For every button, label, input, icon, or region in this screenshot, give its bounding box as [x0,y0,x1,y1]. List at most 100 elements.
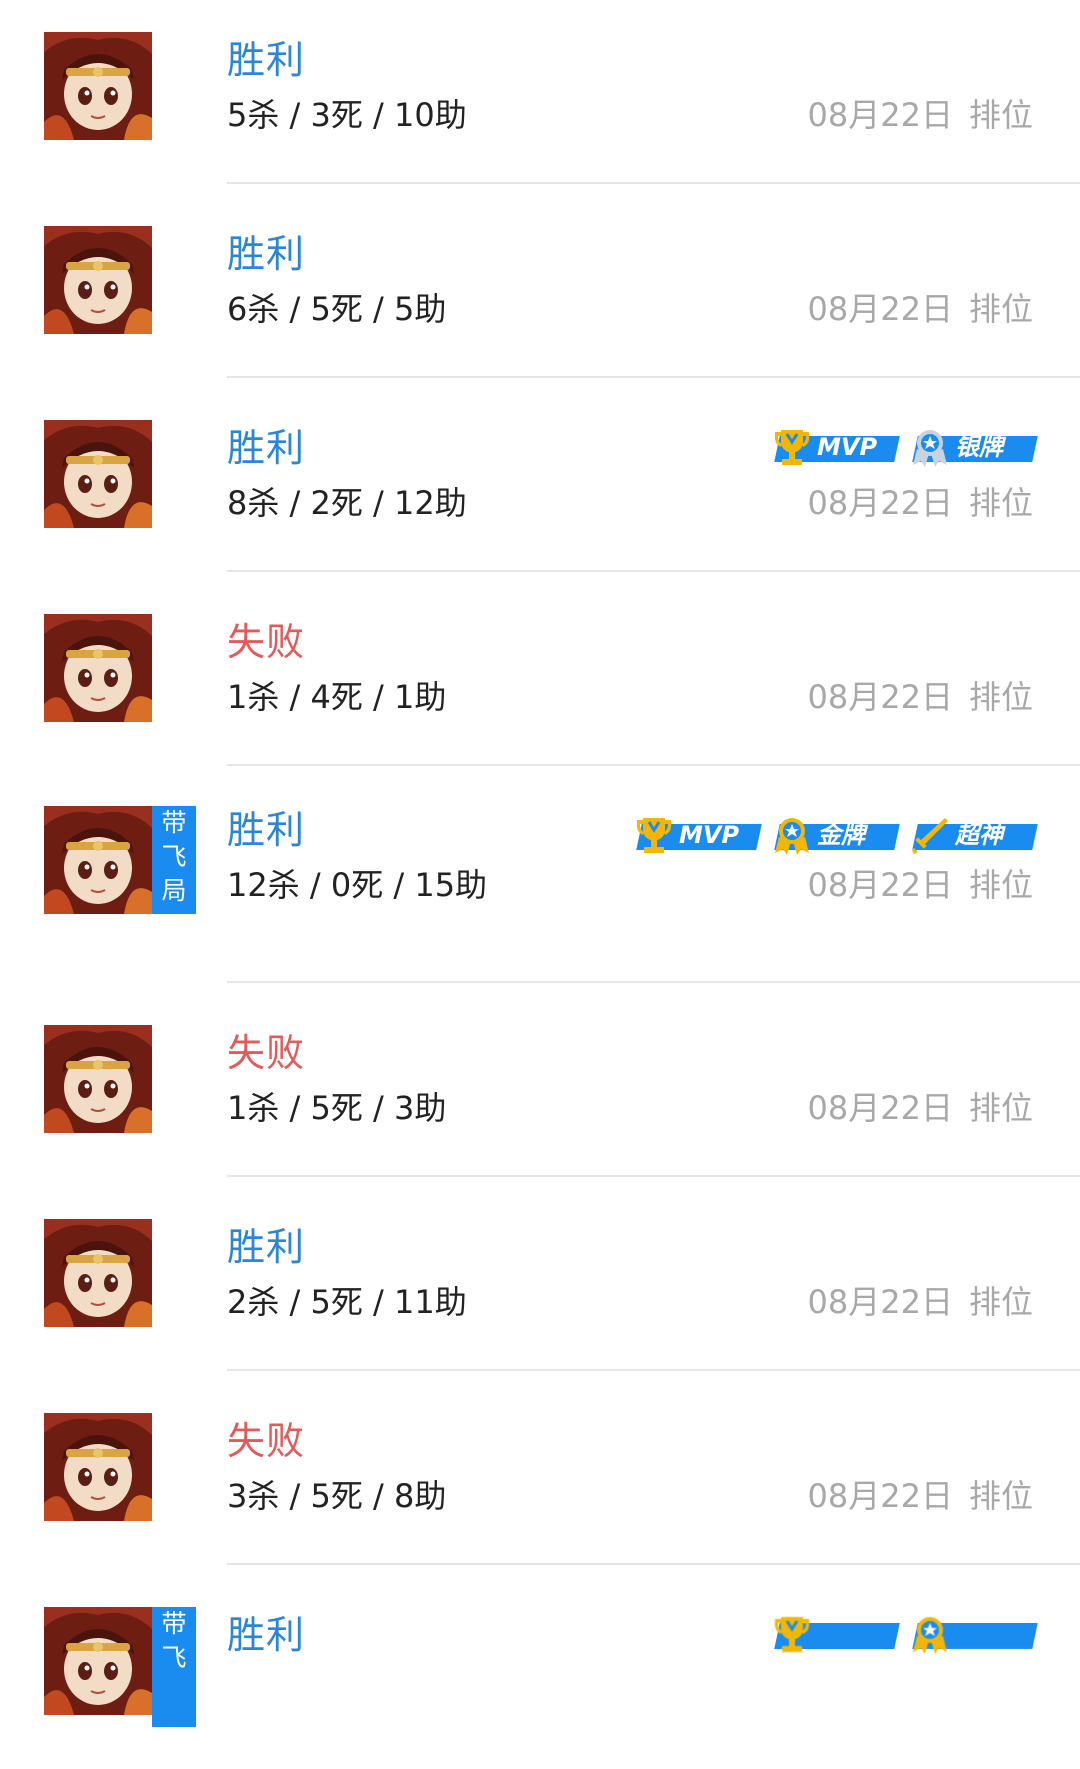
match-meta: 08月22日 排位 [808,1476,1033,1516]
match-mode: 排位 [968,1477,1033,1515]
badge-label: MVP [679,821,740,849]
row-divider [227,764,1080,766]
match-date: 08月22日 [807,484,953,522]
match-meta: 08月22日 排位 [808,483,1033,523]
hero-portrait [44,806,152,914]
match-row[interactable]: 胜利 6杀 / 5死 / 5助 08月22日 排位 [0,194,1080,388]
achievement-badge [771,1614,900,1654]
match-row[interactable]: 带飞局胜利 12杀 / 0死 / 15助 08月22日 排位 MVP 金牌 超神 [0,776,1080,993]
kda-stats: 2杀 / 5死 / 11助 [227,1283,467,1321]
carry-tag-char: 局 [161,876,187,905]
match-result: 失败 [227,1419,306,1463]
match-mode: 排位 [968,678,1033,716]
match-meta: 08月22日 排位 [808,1282,1033,1322]
match-mode: 排位 [968,96,1033,134]
match-row[interactable]: 失败 3杀 / 5死 / 8助 08月22日 排位 [0,1381,1080,1575]
hero-avatar [44,1025,152,1133]
row-divider [227,1563,1080,1565]
badge-label: 银牌 [955,433,1003,461]
achievement-badges: MVP 银牌 [771,427,1038,467]
achievement-badges: MVP 金牌 超神 [633,815,1038,855]
hero-portrait [44,1219,152,1327]
achievement-badges [771,1614,1038,1654]
row-divider [227,570,1080,572]
badge-label: 超神 [955,821,1003,849]
match-date: 08月22日 [807,866,953,904]
match-meta: 08月22日 排位 [808,289,1033,329]
match-result: 胜利 [227,1613,306,1657]
achievement-badge: 超神 [909,815,1038,855]
sword-icon [909,815,951,855]
hero-portrait [44,1607,152,1715]
achievement-badge: 金牌 [771,815,900,855]
trophy-icon [771,427,813,467]
row-divider [227,376,1080,378]
match-result: 胜利 [227,426,306,470]
row-divider [227,1369,1080,1371]
row-divider [227,981,1080,983]
match-meta: 08月22日 排位 [808,95,1033,135]
match-meta: 08月22日 排位 [808,1088,1033,1128]
hero-portrait [44,1025,152,1133]
match-date: 08月22日 [807,678,953,716]
trophy-icon [771,1614,813,1654]
kda-stats: 6杀 / 5死 / 5助 [227,290,447,328]
match-result: 胜利 [227,1225,306,1269]
kda-stats: 8杀 / 2死 / 12助 [227,484,467,522]
carry-tag-char: 带 [161,808,187,837]
hero-avatar [44,1413,152,1521]
hero-avatar [44,1607,152,1715]
match-result: 胜利 [227,808,306,852]
match-date: 08月22日 [807,290,953,328]
match-meta: 08月22日 排位 [808,865,1033,905]
gold-medal-icon [909,1614,951,1654]
match-row[interactable]: 失败 1杀 / 4死 / 1助 08月22日 排位 [0,582,1080,776]
match-date: 08月22日 [807,1089,953,1127]
trophy-icon [633,815,675,855]
hero-portrait [44,420,152,528]
row-divider [227,1175,1080,1177]
hero-avatar [44,420,152,528]
kda-stats: 12杀 / 0死 / 15助 [227,866,488,904]
kda-stats: 1杀 / 4死 / 1助 [227,678,447,716]
hero-portrait [44,614,152,722]
badge-label: MVP [817,433,878,461]
hero-avatar [44,226,152,334]
achievement-badge [909,1614,1038,1654]
achievement-badge: MVP [771,427,900,467]
kda-stats: 5杀 / 3死 / 10助 [227,96,467,134]
kda-stats: 1杀 / 5死 / 3助 [227,1089,447,1127]
match-result: 胜利 [227,232,306,276]
match-meta: 08月22日 排位 [808,677,1033,717]
blurred-watermark [910,1652,1060,1680]
achievement-badge: 银牌 [909,427,1038,467]
hero-portrait [44,1413,152,1521]
row-divider [227,182,1080,184]
match-row[interactable]: 胜利 8杀 / 2死 / 12助 08月22日 排位 MVP 银牌 [0,388,1080,582]
hero-avatar [44,806,152,914]
match-date: 08月22日 [807,96,953,134]
hero-avatar [44,32,152,140]
gold-medal-icon [771,815,813,855]
hero-portrait [44,32,152,140]
match-row[interactable]: 胜利 2杀 / 5死 / 11助 08月22日 排位 [0,1187,1080,1381]
match-mode: 排位 [968,866,1033,904]
hero-avatar [44,614,152,722]
carry-tag-char: 飞 [161,842,187,871]
carry-tag-char: 飞 [161,1643,187,1672]
match-result: 失败 [227,1031,306,1075]
kda-stats: 3杀 / 5死 / 8助 [227,1477,447,1515]
match-mode: 排位 [968,1089,1033,1127]
match-row[interactable]: 胜利 5杀 / 3死 / 10助 08月22日 排位 [0,0,1080,194]
carry-game-tag: 带飞局 [152,806,196,914]
match-date: 08月22日 [807,1477,953,1515]
hero-avatar [44,1219,152,1327]
match-mode: 排位 [968,1283,1033,1321]
match-row[interactable]: 失败 1杀 / 5死 / 3助 08月22日 排位 [0,993,1080,1187]
badge-label: 金牌 [817,821,865,849]
match-result: 胜利 [227,38,306,82]
match-mode: 排位 [968,290,1033,328]
carry-game-tag: 带飞 [152,1607,196,1727]
match-date: 08月22日 [807,1283,953,1321]
silver-medal-icon [909,427,951,467]
